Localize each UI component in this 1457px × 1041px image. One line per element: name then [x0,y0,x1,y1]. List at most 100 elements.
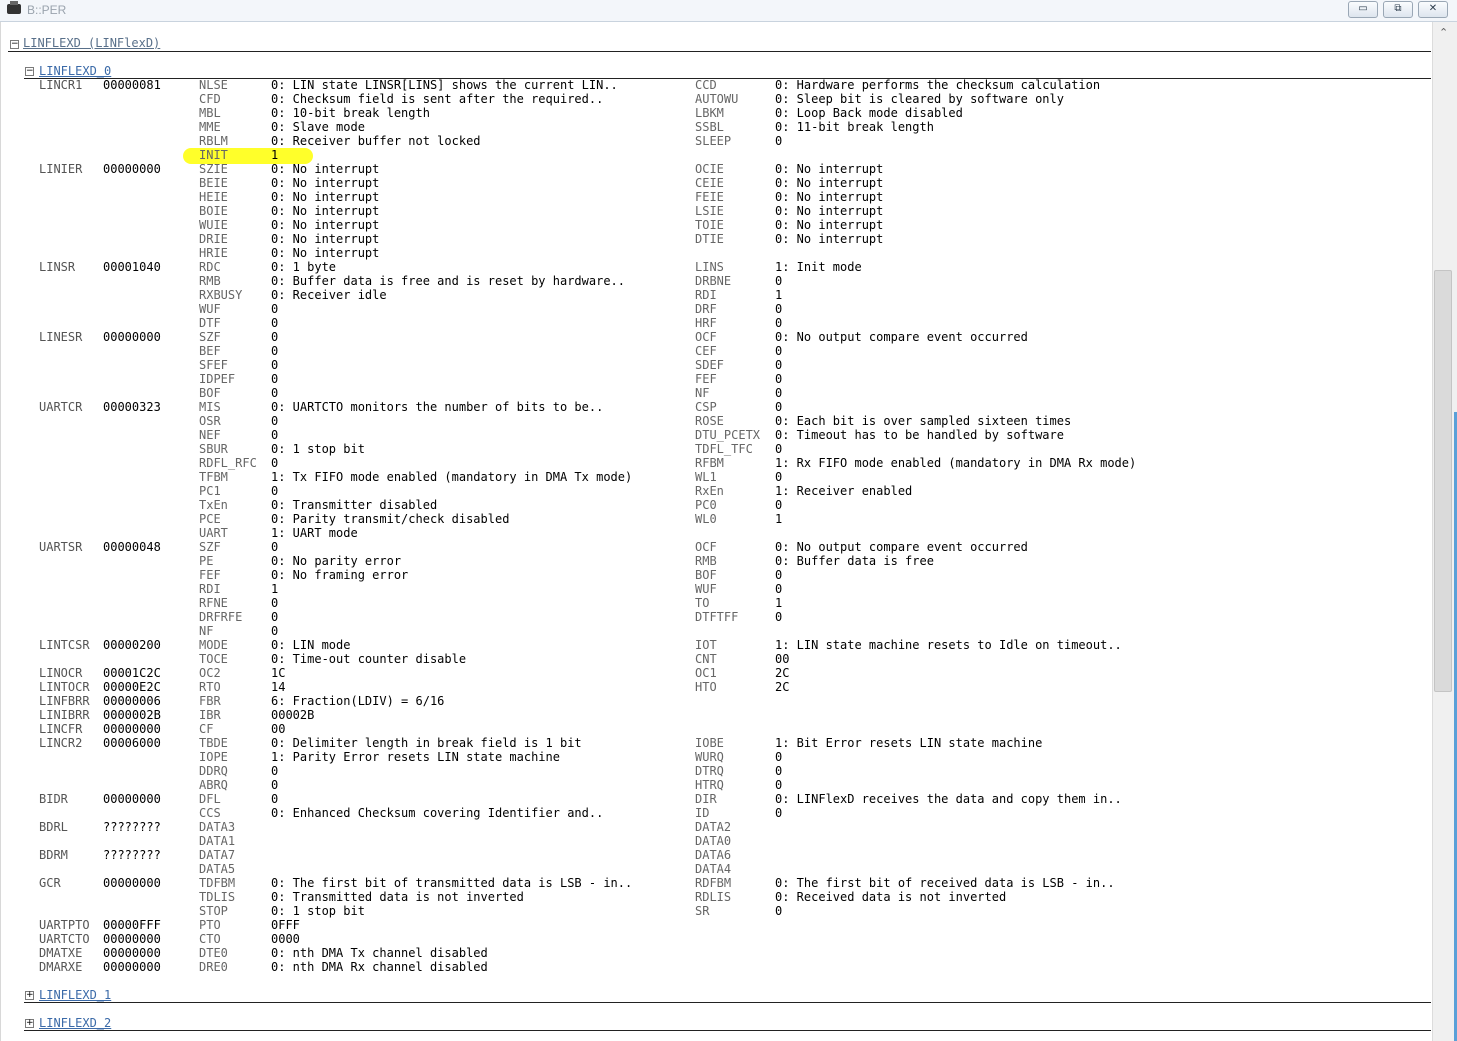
field-value[interactable]: 0: No interrupt [775,162,883,176]
register-value[interactable]: 00000048 [103,540,161,554]
register-value[interactable]: 00000000 [103,722,161,736]
register-value[interactable]: 00006000 [103,736,161,750]
field-value[interactable]: 0 [775,274,782,288]
field-value[interactable]: 0 [775,764,782,778]
close-button[interactable]: ✕ [1418,1,1448,18]
field-value[interactable]: 0: No output compare event occurred [775,540,1028,554]
scrollbar-thumb[interactable] [1434,270,1452,692]
field-value[interactable]: 0: Transmitter disabled [271,498,437,512]
field-value[interactable]: 2C [775,680,789,694]
field-value[interactable]: 0: LINFlexD receives the data and copy t… [775,792,1122,806]
field-value[interactable]: 0 [271,330,278,344]
register-value[interactable]: 00000323 [103,400,161,414]
field-value[interactable]: 0 [775,302,782,316]
field-value[interactable]: 0 [271,764,278,778]
field-value[interactable]: 0: 1 byte [271,260,336,274]
field-value[interactable]: 0: 10-bit break length [271,106,430,120]
field-value[interactable]: 0 [271,302,278,316]
register-value[interactable]: 00001040 [103,260,161,274]
field-value[interactable]: 0: 1 stop bit [271,442,365,456]
field-value[interactable]: 1: Receiver enabled [775,484,912,498]
register-value[interactable]: ???????? [103,848,161,862]
field-value[interactable]: 0 [271,386,278,400]
field-value[interactable]: 0: No interrupt [775,232,883,246]
field-value[interactable]: 00002B [271,708,314,722]
field-value[interactable]: 0 [775,386,782,400]
field-value[interactable]: 0: Receiver buffer not locked [271,134,481,148]
register-value[interactable]: 00000000 [103,162,161,176]
tree-node-linflexd1[interactable]: LINFLEXD_1 [39,988,111,1002]
restore-button[interactable]: ⧉ [1383,1,1413,18]
field-value[interactable]: 0: The first bit of received data is LSB… [775,876,1115,890]
field-value[interactable]: 0 [775,344,782,358]
field-value[interactable]: 0 [775,778,782,792]
field-value[interactable]: 0: Time-out counter disable [271,652,466,666]
register-value[interactable]: 00000200 [103,638,161,652]
field-value[interactable]: 0 [775,442,782,456]
field-value[interactable]: 0: No interrupt [775,204,883,218]
register-value[interactable]: 00000000 [103,792,161,806]
field-value[interactable]: 1: UART mode [271,526,358,540]
field-value[interactable]: 0: Delimiter length in break field is 1 … [271,736,582,750]
field-value[interactable]: 0: No parity error [271,554,401,568]
field-value[interactable]: 0 [271,428,278,442]
field-value[interactable]: 1: LIN state machine resets to Idle on t… [775,638,1122,652]
field-value[interactable]: 0: Checksum field is sent after the requ… [271,92,603,106]
scroll-up-icon[interactable]: ⌃ [1439,26,1448,39]
field-value[interactable]: 0 [775,316,782,330]
field-value[interactable]: 0: No interrupt [775,176,883,190]
tree-node-linflexd0[interactable]: LINFLEXD_0 [39,64,111,78]
field-value[interactable]: 0: No output compare event occurred [775,330,1028,344]
field-value[interactable]: 0 [271,792,278,806]
register-value[interactable]: 00000000 [103,330,161,344]
field-value[interactable]: 0: Slave mode [271,120,365,134]
field-value[interactable]: 0: No framing error [271,568,408,582]
field-value[interactable]: 1: Tx FIFO mode enabled (mandatory in DM… [271,470,632,484]
field-value[interactable]: 0 [775,358,782,372]
field-value[interactable]: 0: Enhanced Checksum covering Identifier… [271,806,603,820]
field-value[interactable]: 0 [271,316,278,330]
vertical-scrollbar[interactable]: ⌃ [1432,22,1457,1041]
field-value[interactable]: 1: Bit Error resets LIN state machine [775,736,1042,750]
register-value[interactable]: 00000E2C [103,680,161,694]
field-value[interactable]: 0 [775,134,782,148]
field-value[interactable]: 6: Fraction(LDIV) = 6/16 [271,694,444,708]
tree-node-linflexd[interactable]: LINFLEXD (LINFlexD) [23,36,160,50]
field-value[interactable]: 0 [775,750,782,764]
field-value[interactable]: 0: Receiver idle [271,288,387,302]
field-value[interactable]: 0: Transmitted data is not inverted [271,890,524,904]
field-value[interactable]: 00 [271,722,285,736]
field-value[interactable]: 1 [271,148,278,162]
collapse-toggle-linflexd0[interactable]: − [25,67,34,76]
field-value[interactable]: 0: Received data is not inverted [775,890,1006,904]
field-value[interactable]: 0 [271,456,278,470]
minimize-button[interactable]: ▭ [1348,1,1378,18]
expand-toggle-linflexd2[interactable]: + [25,1019,34,1028]
field-value[interactable]: 0 [775,400,782,414]
field-value[interactable]: 0: No interrupt [271,246,379,260]
collapse-toggle-root[interactable]: − [10,40,19,49]
field-value[interactable]: 0: No interrupt [775,218,883,232]
register-value[interactable]: 00001C2C [103,666,161,680]
register-value[interactable]: 00000000 [103,946,161,960]
field-value[interactable]: 1 [775,596,782,610]
field-value[interactable]: 0: No interrupt [271,232,379,246]
field-value[interactable]: 0: Parity transmit/check disabled [271,512,509,526]
field-value[interactable]: 0 [775,904,782,918]
register-value[interactable]: ???????? [103,820,161,834]
field-value[interactable]: 1 [775,512,782,526]
field-value[interactable]: 2C [775,666,789,680]
field-value[interactable]: 0: No interrupt [271,218,379,232]
register-value[interactable]: 00000081 [103,78,161,92]
field-value[interactable]: 0: No interrupt [775,190,883,204]
field-value[interactable]: 0: Loop Back mode disabled [775,106,963,120]
field-value[interactable]: 0: 1 stop bit [271,904,365,918]
register-value[interactable]: 00000000 [103,932,161,946]
field-value[interactable]: 0FFF [271,918,300,932]
register-value[interactable]: 0000002B [103,708,161,722]
field-value[interactable]: 0 [271,778,278,792]
field-value[interactable]: 1C [271,666,285,680]
field-value[interactable]: 14 [271,680,285,694]
field-value[interactable]: 0 [271,484,278,498]
field-value[interactable]: 0 [775,582,782,596]
